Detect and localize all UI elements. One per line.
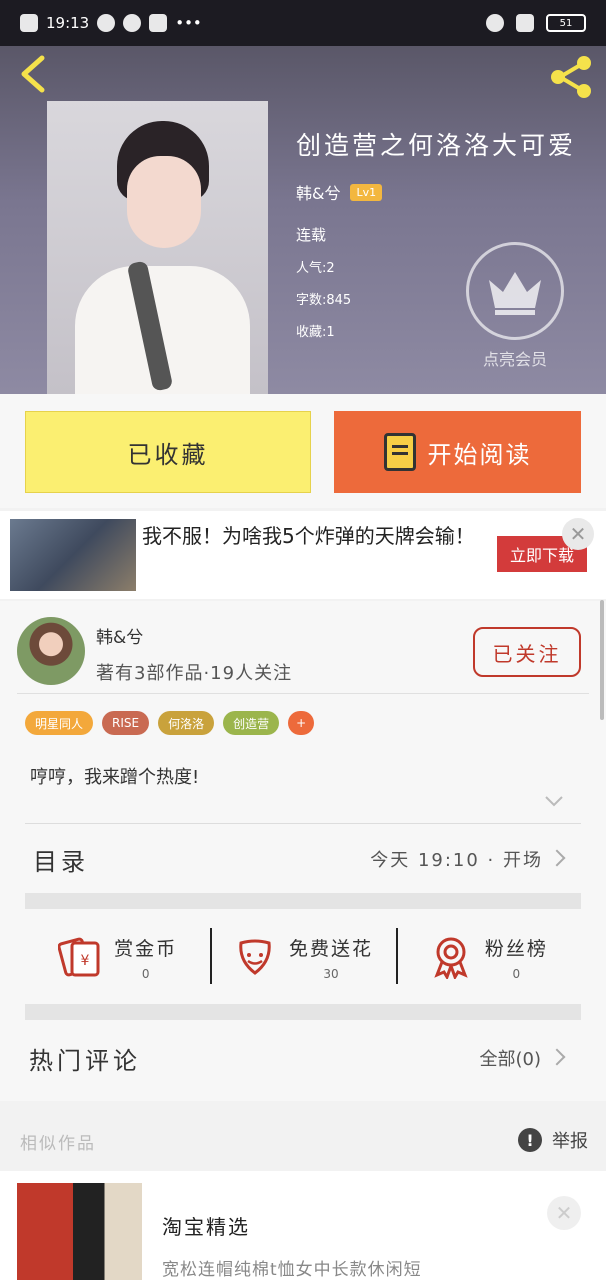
book-icon: [383, 433, 416, 471]
table-of-contents[interactable]: 目录 今天 19:10 · 开场: [25, 823, 581, 893]
book-popularity: 人气:2: [296, 261, 335, 276]
book-author-row: 韩&兮 Lv1: [296, 180, 383, 204]
book-intro: 哼哼，我来蹭个热度!: [30, 767, 200, 788]
ad-image: [10, 519, 136, 591]
start-reading-label: 开始阅读: [427, 440, 532, 469]
hot-comments-title: 热门评论: [29, 1047, 141, 1075]
red-envelope-icon: ¥: [58, 937, 100, 977]
status-time: 19:13: [46, 14, 90, 32]
follow-button[interactable]: 已关注: [473, 627, 581, 677]
stat-flowers[interactable]: 免费送花 30: [210, 910, 395, 1004]
report-label: 举报: [552, 1131, 588, 1152]
stat-label: 免费送花: [288, 937, 373, 960]
tag[interactable]: 创造营: [223, 711, 280, 735]
ad-title: 淘宝精选: [162, 1215, 250, 1239]
svg-text:¥: ¥: [81, 953, 90, 969]
hot-comments-header[interactable]: 热门评论 全部(0): [25, 1021, 581, 1093]
status-bar: 19:13 ••• 51: [0, 0, 606, 46]
similar-works-title: 相似作品: [20, 1134, 96, 1154]
stat-value: 30: [323, 966, 339, 981]
crown-icon[interactable]: [466, 242, 564, 340]
medal-icon: [434, 937, 468, 979]
battery-icon: 51: [546, 14, 586, 32]
section-separator: [25, 893, 581, 909]
ad-banner[interactable]: 我不服！为啥我5个炸弹的天牌会输！ 立即下载 ✕: [0, 511, 606, 599]
stat-label: 赏金币: [114, 937, 178, 960]
avatar[interactable]: [17, 617, 85, 685]
book-cover: [47, 101, 268, 394]
level-badge: Lv1: [350, 183, 383, 201]
stat-fans[interactable]: 粉丝榜 0: [395, 910, 581, 1004]
all-comments-link[interactable]: 全部(0): [480, 1045, 542, 1071]
author-subtitle: 著有3部作品·19人关注: [96, 663, 293, 684]
tag[interactable]: RISE: [102, 711, 150, 735]
ad-text: 我不服！为啥我5个炸弹的天牌会输！: [142, 524, 475, 548]
stat-coins[interactable]: ¥ 赏金币 0: [25, 910, 210, 1004]
section-separator: [25, 1004, 581, 1020]
add-tag-button[interactable]: +: [288, 711, 315, 735]
toc-title: 目录: [33, 848, 89, 876]
chevron-right-icon: [548, 849, 566, 867]
app-icon: [149, 14, 168, 32]
weather-icon: [97, 14, 116, 32]
alarm-icon: [486, 14, 504, 32]
stats-row: ¥ 赏金币 0 免费送花 30 粉丝榜 0: [25, 910, 581, 1004]
start-reading-button[interactable]: 开始阅读: [334, 411, 581, 493]
share-icon[interactable]: [548, 54, 594, 100]
vip-label[interactable]: 点亮会员: [470, 346, 560, 370]
chevron-right-icon: [548, 1048, 566, 1066]
tag[interactable]: 何洛洛: [158, 711, 215, 735]
close-icon[interactable]: ✕: [547, 1196, 581, 1230]
stat-label: 粉丝榜: [484, 937, 548, 960]
report-button[interactable]: ! 举报: [518, 1127, 588, 1153]
tag[interactable]: 明星同人: [25, 711, 94, 735]
similar-works-header: 相似作品 ! 举报: [0, 1101, 606, 1171]
back-chevron-icon[interactable]: [18, 54, 48, 94]
book-word-count: 字数:845: [296, 293, 352, 308]
alert-icon: !: [518, 1128, 542, 1152]
wifi-icon: [516, 14, 534, 32]
book-hero: 创造营之何洛洛大可爱 韩&兮 Lv1 连载 人气:2 字数:845 收藏:1 点…: [0, 46, 606, 394]
stat-value: 0: [141, 966, 150, 981]
book-title: 创造营之何洛洛大可爱: [296, 131, 577, 160]
author-card: 韩&兮 著有3部作品·19人关注 已关注 明星同人 RISE 何洛洛 创造营 +…: [0, 601, 606, 1101]
ad-subtitle: 宽松连帽纯棉t恤女中长款休闲短: [162, 1260, 422, 1280]
planet-icon: [123, 14, 142, 32]
scrollbar[interactable]: [600, 600, 604, 720]
chevron-down-icon[interactable]: [544, 793, 564, 807]
author-name[interactable]: 韩&兮: [96, 623, 143, 648]
toc-latest-update: 今天 19:10 · 开场: [370, 850, 543, 871]
book-state: 连载: [296, 226, 327, 244]
stat-value: 0: [512, 966, 521, 981]
book-detail-page: 19:13 ••• 51 创造营之何洛洛大可爱 韩&兮 Lv1 连载 人气:2 …: [0, 0, 606, 1280]
ad-card[interactable]: 淘宝精选 宽松连帽纯棉t恤女中长款休闲短 ✕: [0, 1171, 606, 1280]
favorite-button[interactable]: 已收藏: [25, 411, 311, 493]
notification-icon: [20, 14, 38, 32]
tag-list: 明星同人 RISE 何洛洛 创造营 +: [25, 711, 315, 735]
more-indicator: •••: [175, 14, 202, 32]
flower-icon: [239, 939, 271, 975]
divider: [17, 693, 589, 694]
close-icon[interactable]: ✕: [562, 518, 594, 550]
book-author[interactable]: 韩&兮: [296, 180, 340, 204]
book-favorites: 收藏:1: [296, 325, 335, 340]
ad-image: [17, 1183, 142, 1280]
action-bar: 已收藏 开始阅读: [0, 394, 606, 508]
